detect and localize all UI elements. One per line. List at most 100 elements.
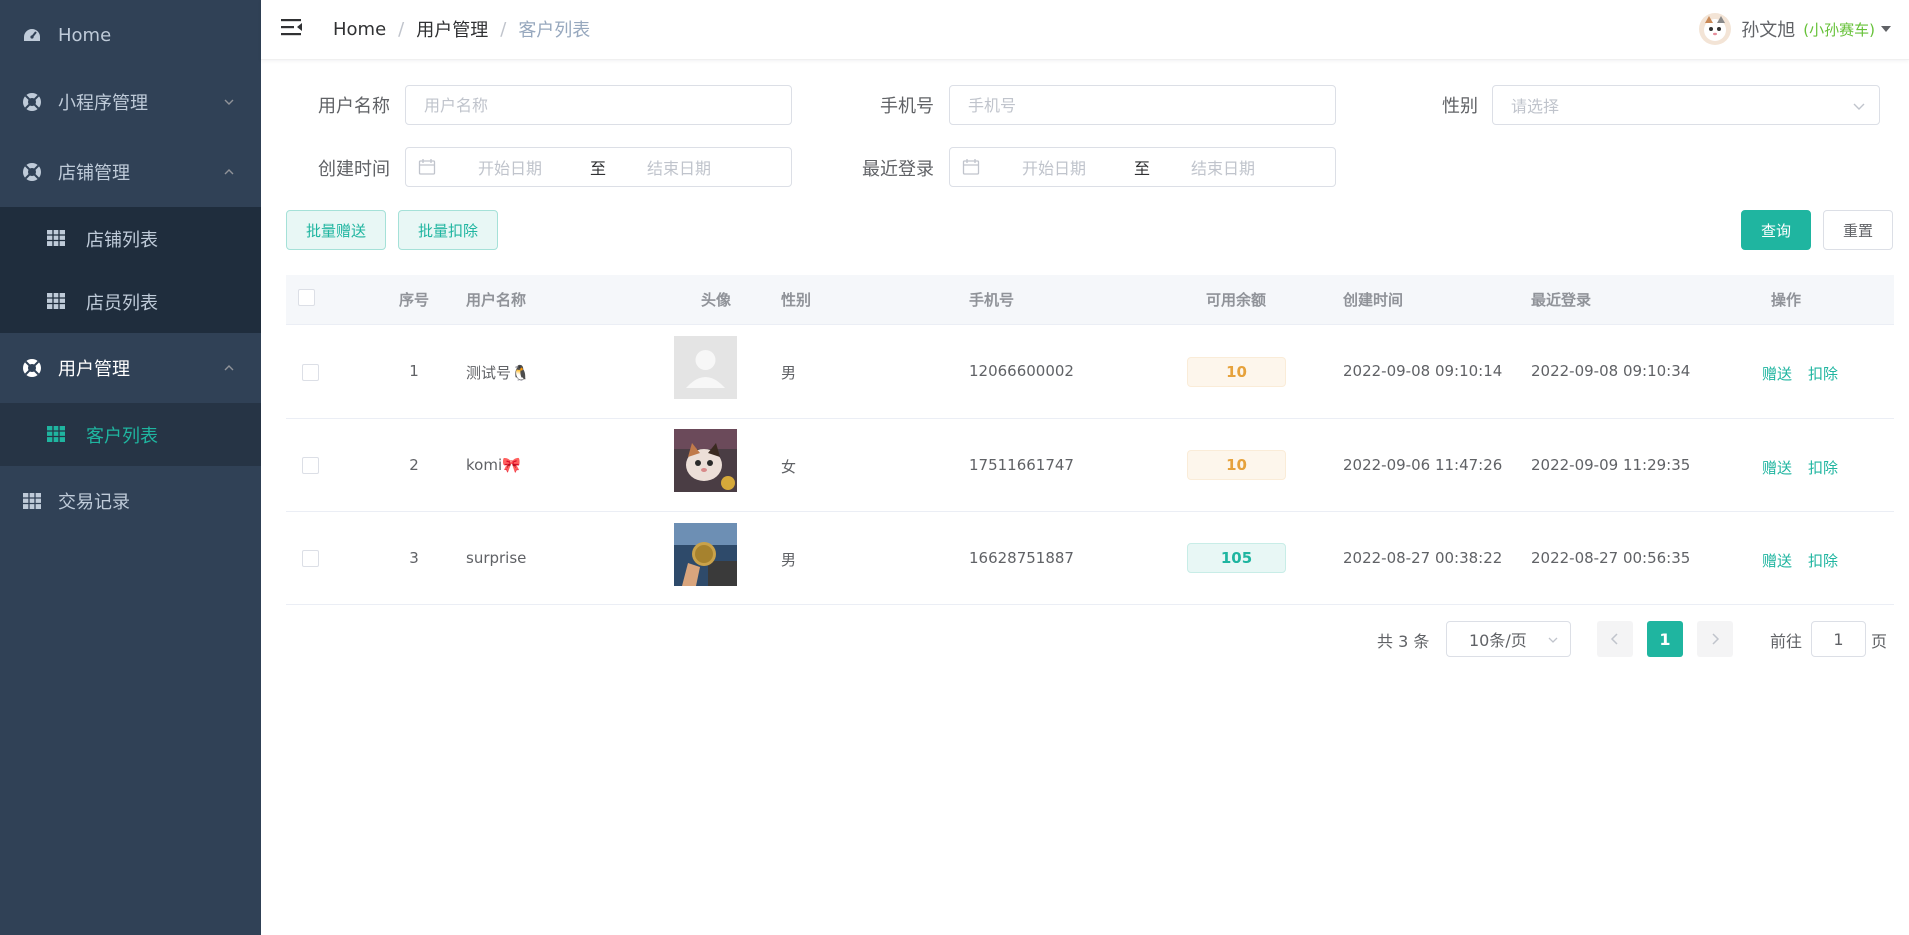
column-header: 序号	[398, 291, 429, 309]
user-dropdown[interactable]: 孙文旭 (小孙赛车)	[1699, 12, 1891, 46]
sidebar-item-label: 店铺管理	[58, 163, 130, 184]
calendar-icon	[962, 159, 980, 175]
chevron-down-icon	[1548, 637, 1558, 643]
phone-label: 手机号	[880, 96, 934, 117]
created-date-range[interactable]: 开始日期 至 结束日期	[405, 147, 792, 187]
created-end-date[interactable]: 结束日期	[647, 155, 711, 179]
column-header: 头像	[700, 291, 731, 309]
gift-link[interactable]: 赠送	[1762, 457, 1792, 478]
breadcrumb-separator: /	[398, 18, 405, 40]
user-name-cell: 测试号🐧	[466, 364, 530, 382]
sidebar-item-users[interactable]: 用户管理	[0, 333, 261, 403]
column-header: 手机号	[969, 291, 1015, 309]
column-header: 创建时间	[1343, 291, 1404, 309]
page-number-current[interactable]: 1	[1647, 621, 1683, 657]
sidebar-item-label: 店铺列表	[86, 229, 158, 251]
page-size-select[interactable]: 10条/页	[1446, 621, 1571, 657]
gender-select[interactable]: 请选择	[1492, 85, 1880, 125]
dashboard-icon	[22, 25, 42, 45]
sidebar-item-home[interactable]: Home	[0, 0, 261, 70]
table-row: 1 测试号🐧 男 12066600002 10 2022-09-08 09:10…	[286, 326, 1894, 419]
store-submenu: 店铺列表 店员列表	[0, 207, 261, 333]
sidebar-item-customer-list[interactable]: 客户列表	[0, 403, 261, 466]
created-time-label: 创建时间	[318, 159, 390, 180]
caret-down-icon	[1881, 26, 1891, 32]
prev-page-button[interactable]	[1597, 621, 1633, 657]
menu-fold-icon[interactable]	[281, 16, 303, 38]
top-navbar: Home / 用户管理 / 客户列表 孙文旭 (小孙赛车)	[261, 0, 1909, 60]
table-row: 2 komi🎀 女 17511661747 10 2022-09-06 11:4…	[286, 419, 1894, 512]
created-start-date[interactable]: 开始日期	[478, 155, 542, 179]
last-login-cell: 2022-08-27 00:56:35	[1531, 549, 1691, 567]
gender-cell: 男	[781, 364, 797, 382]
select-all-checkbox[interactable]	[298, 289, 315, 306]
created-time-cell: 2022-08-27 00:38:22	[1343, 549, 1503, 567]
last-login-start-date[interactable]: 开始日期	[1022, 155, 1086, 179]
batch-gift-button[interactable]: 批量赠送	[286, 210, 386, 250]
query-button[interactable]: 查询	[1741, 210, 1811, 250]
row-index: 1	[409, 362, 419, 380]
lifebuoy-icon	[22, 92, 42, 112]
sidebar-item-label: 店员列表	[86, 292, 158, 314]
gender-cell: 女	[781, 458, 797, 476]
table-icon	[22, 491, 42, 511]
row-checkbox[interactable]	[302, 457, 319, 474]
chevron-up-icon	[224, 169, 234, 175]
column-header: 最近登录	[1531, 291, 1592, 309]
breadcrumb-home[interactable]: Home	[333, 19, 386, 40]
gift-link[interactable]: 赠送	[1762, 363, 1792, 384]
deduct-link[interactable]: 扣除	[1808, 363, 1838, 384]
sidebar-item-label: Home	[58, 24, 112, 46]
next-page-button[interactable]	[1697, 621, 1733, 657]
table-row: 3 surprise 男 16628751887 105 2022-08-27 …	[286, 512, 1894, 605]
row-index: 2	[409, 456, 419, 474]
sidebar-item-label: 小程序管理	[58, 93, 148, 114]
balance-badge: 10	[1187, 450, 1286, 480]
pagination-total: 共 3 条	[1377, 632, 1430, 651]
goto-label: 前往	[1770, 632, 1803, 651]
sidebar-item-store[interactable]: 店铺管理	[0, 137, 261, 207]
page-size-value: 10条/页	[1469, 631, 1527, 650]
lifebuoy-icon	[22, 162, 42, 182]
phone-cell: 12066600002	[969, 362, 1074, 380]
sidebar-item-miniapp[interactable]: 小程序管理	[0, 67, 261, 137]
breadcrumb-users[interactable]: 用户管理	[416, 16, 488, 42]
gender-select-placeholder: 请选择	[1511, 97, 1560, 116]
balance-badge: 105	[1187, 543, 1286, 573]
sidebar-item-staff-list[interactable]: 店员列表	[0, 270, 261, 333]
goto-suffix: 页	[1871, 632, 1888, 651]
row-checkbox[interactable]	[302, 550, 319, 567]
balance-badge: 10	[1187, 357, 1286, 387]
last-login-label: 最近登录	[862, 159, 934, 180]
user-name-cell: komi🎀	[466, 456, 521, 474]
last-login-date-range[interactable]: 开始日期 至 结束日期	[949, 147, 1336, 187]
chevron-down-icon	[224, 99, 234, 105]
gift-link[interactable]: 赠送	[1762, 550, 1792, 571]
sidebar-item-label: 用户管理	[58, 359, 130, 380]
column-header: 用户名称	[466, 291, 527, 309]
breadcrumb: Home / 用户管理 / 客户列表	[333, 16, 590, 42]
gender-cell: 男	[781, 551, 797, 569]
chevron-down-icon	[1853, 103, 1865, 110]
row-checkbox[interactable]	[302, 364, 319, 381]
user-name-cell: surprise	[466, 549, 527, 567]
gender-label: 性别	[1442, 96, 1478, 117]
batch-deduct-button[interactable]: 批量扣除	[398, 210, 498, 250]
table-icon	[47, 425, 65, 444]
deduct-link[interactable]: 扣除	[1808, 457, 1838, 478]
cat-avatar-icon	[674, 429, 737, 492]
sidebar-item-transactions[interactable]: 交易记录	[0, 466, 261, 536]
phone-input[interactable]	[949, 85, 1336, 125]
last-login-end-date[interactable]: 结束日期	[1191, 155, 1255, 179]
user-nickname: (小孙赛车)	[1803, 20, 1875, 39]
column-header: 性别	[781, 291, 812, 309]
username-label: 用户名称	[318, 96, 390, 117]
username-input[interactable]	[405, 85, 792, 125]
deduct-link[interactable]: 扣除	[1808, 550, 1838, 571]
table-icon	[47, 229, 65, 248]
reset-button[interactable]: 重置	[1823, 210, 1893, 250]
chevron-right-icon	[1712, 633, 1720, 645]
sidebar-item-store-list[interactable]: 店铺列表	[0, 207, 261, 270]
goto-page-input[interactable]	[1811, 621, 1866, 657]
lifebuoy-icon	[22, 358, 42, 378]
